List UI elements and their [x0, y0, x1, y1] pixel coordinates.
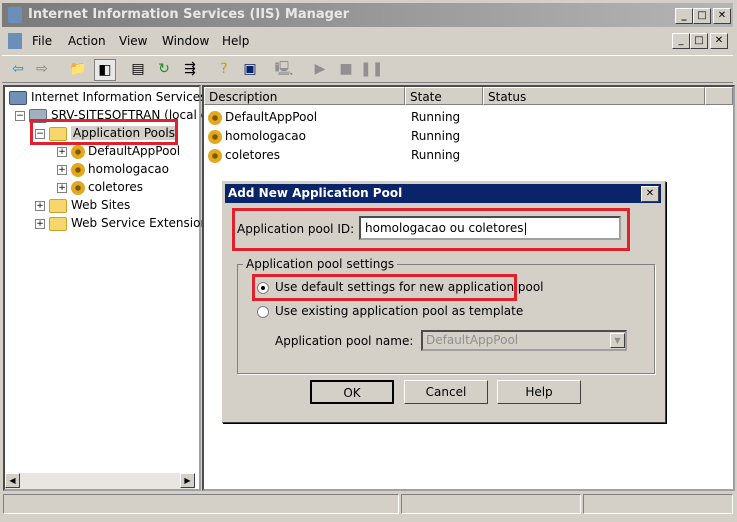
- title-bar: Internet Information Services (IIS) Mana…: [2, 3, 733, 27]
- row-description: DefaultAppPool: [225, 110, 318, 124]
- tree-label: Internet Information Services: [31, 90, 207, 104]
- refresh-icon[interactable]: ↻: [154, 59, 174, 79]
- app-pool-icon: [71, 144, 85, 159]
- collapse-icon[interactable]: −: [15, 110, 25, 121]
- menu-help[interactable]: Help: [222, 30, 249, 52]
- folder-icon: [49, 216, 67, 231]
- iis-icon: [9, 90, 27, 105]
- column-header-status[interactable]: Status: [483, 87, 705, 105]
- maximize-button[interactable]: □: [693, 8, 711, 24]
- highlight-box: [30, 119, 178, 145]
- minimize-button[interactable]: _: [675, 8, 693, 24]
- chevron-down-icon[interactable]: ▼: [610, 333, 625, 348]
- stop-icon[interactable]: ■: [336, 59, 356, 79]
- menu-bar: File Action View Window Help _ □ ✕: [2, 30, 733, 52]
- highlight-box: [232, 208, 630, 251]
- tree-label: Web Sites: [71, 198, 131, 212]
- scroll-left-icon[interactable]: ◀: [5, 473, 20, 488]
- expand-icon[interactable]: +: [35, 200, 45, 211]
- tree-pool-item[interactable]: + homologacao: [57, 161, 169, 178]
- expand-icon[interactable]: +: [57, 146, 67, 157]
- app-pool-icon: [208, 148, 222, 163]
- app-pool-icon: [71, 180, 85, 195]
- back-icon[interactable]: ⇦: [8, 59, 28, 79]
- child-minimize-button[interactable]: _: [672, 33, 690, 49]
- pause-icon[interactable]: ❚❚: [360, 59, 383, 79]
- tree-pane: Internet Information Services − SRV-SITES…: [3, 85, 208, 491]
- menu-file[interactable]: File: [32, 30, 52, 52]
- horizontal-scrollbar[interactable]: ◀ ▶: [5, 473, 195, 489]
- row-state: Running: [411, 148, 461, 162]
- row-description: coletores: [225, 148, 281, 162]
- radio-label: Use existing application pool as templat…: [275, 304, 524, 318]
- toolbar: ⇦ ⇨ 📁 ◧ ▤ ↻ ⇶ ? ▣ 🖳 ▶ ■ ❚❚: [2, 55, 733, 83]
- tree-label: homologacao: [88, 162, 169, 176]
- child-close-button[interactable]: ✕: [710, 33, 728, 49]
- row-description: homologacao: [225, 129, 306, 143]
- menu-window[interactable]: Window: [162, 30, 209, 52]
- iis-app-icon: [8, 7, 22, 23]
- status-bar-middle: [401, 494, 581, 514]
- expand-icon[interactable]: +: [57, 182, 67, 193]
- up-folder-icon[interactable]: 📁: [68, 59, 88, 79]
- status-bar-right: [583, 494, 733, 514]
- column-header-state[interactable]: State: [405, 87, 483, 105]
- tree-pool-item[interactable]: + coletores: [57, 179, 143, 196]
- tree-web-service-extensions[interactable]: + Web Service Extension: [35, 215, 208, 232]
- list-row[interactable]: coletores Running: [208, 146, 460, 165]
- pool-name-select[interactable]: DefaultAppPool ▼: [421, 330, 627, 351]
- column-header-description[interactable]: Description: [204, 87, 405, 105]
- dialog-title-bar: Add New Application Pool ✕: [225, 184, 661, 203]
- radio-unchecked-icon: [257, 305, 269, 318]
- tree-pool-item[interactable]: + DefaultAppPool: [57, 143, 180, 160]
- dialog-title: Add New Application Pool: [228, 186, 403, 200]
- row-state: Running: [411, 110, 461, 124]
- action-pane-icon[interactable]: ▣: [240, 59, 260, 79]
- window-title: Internet Information Services (IIS) Mana…: [28, 7, 350, 22]
- pool-name-label: Application pool name:: [275, 334, 414, 348]
- export-list-icon[interactable]: ⇶: [180, 59, 200, 79]
- ok-button[interactable]: OK: [310, 380, 394, 404]
- menu-view[interactable]: View: [119, 30, 147, 52]
- dialog-close-button[interactable]: ✕: [641, 186, 659, 202]
- status-bar-left: [3, 494, 399, 514]
- folder-icon: [49, 198, 67, 213]
- pool-name-value: DefaultAppPool: [426, 333, 519, 347]
- play-icon[interactable]: ▶: [310, 59, 330, 79]
- app-pool-icon: [71, 162, 85, 177]
- list-row[interactable]: DefaultAppPool Running: [208, 108, 460, 127]
- cancel-button[interactable]: Cancel: [404, 380, 488, 404]
- column-header-filler: [705, 87, 733, 105]
- tree-root[interactable]: Internet Information Services: [9, 89, 206, 106]
- mmc-icon: [8, 33, 22, 49]
- computer-icon[interactable]: 🖳: [274, 59, 294, 79]
- list-row[interactable]: homologacao Running: [208, 127, 460, 146]
- tree-label: coletores: [88, 180, 144, 194]
- app-pool-icon: [208, 129, 222, 144]
- properties-icon[interactable]: ▤: [128, 59, 148, 79]
- expand-icon[interactable]: +: [35, 218, 45, 229]
- child-restore-button[interactable]: □: [690, 33, 708, 49]
- app-pool-icon: [208, 110, 222, 125]
- help-button[interactable]: Help: [497, 380, 581, 404]
- radio-use-existing[interactable]: Use existing application pool as templat…: [257, 304, 523, 318]
- scroll-right-icon[interactable]: ▶: [180, 473, 195, 488]
- menu-action[interactable]: Action: [68, 30, 106, 52]
- highlight-box: [252, 274, 517, 301]
- show-tree-icon[interactable]: ◧: [94, 59, 116, 81]
- row-state: Running: [411, 129, 461, 143]
- settings-group-label: Application pool settings: [243, 257, 398, 271]
- add-application-pool-dialog: Add New Application Pool ✕ Application p…: [222, 181, 666, 423]
- close-button[interactable]: ✕: [713, 8, 731, 24]
- forward-icon[interactable]: ⇨: [32, 59, 52, 79]
- expand-icon[interactable]: +: [57, 164, 67, 175]
- help-icon[interactable]: ?: [214, 59, 234, 79]
- tree-label: DefaultAppPool: [88, 144, 181, 158]
- tree-web-sites[interactable]: + Web Sites: [35, 197, 130, 214]
- tree-label: Web Service Extension: [71, 216, 209, 230]
